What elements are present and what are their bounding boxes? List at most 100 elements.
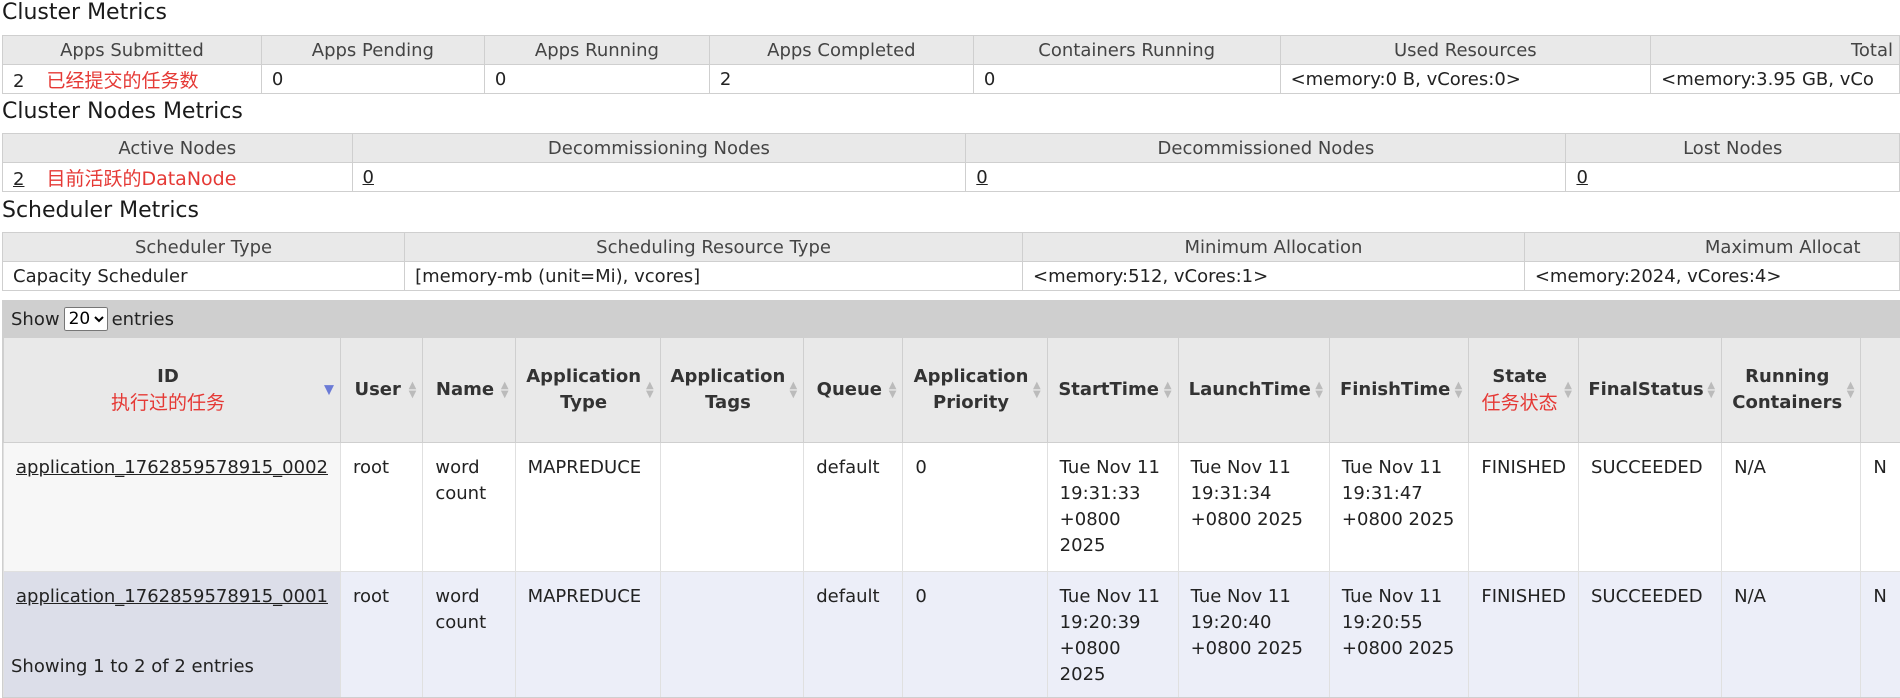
col-header-final-status-label: FinalStatus bbox=[1588, 379, 1704, 400]
col-header-launch-time[interactable]: LaunchTime ▲ ▼ bbox=[1177, 337, 1330, 443]
scheduler-metrics-title: Scheduler Metrics bbox=[2, 198, 199, 223]
table-row: application_1762859578915_0001 root word… bbox=[3, 571, 1900, 697]
col-header-application-tags[interactable]: Application Tags ▲ ▼ bbox=[659, 337, 805, 443]
entries-label: entries bbox=[111, 308, 174, 330]
sort-icon: ▲ ▼ bbox=[1454, 380, 1463, 400]
applications-panel: Show 20 entries ID 执行过的任务 ▼ User ▲ ▼ Name ▲ ▼ … bbox=[2, 300, 1900, 698]
app-name: word count bbox=[422, 571, 516, 697]
sort-icon: ▲ ▼ bbox=[1315, 380, 1323, 400]
apps-submitted-value: 2 bbox=[13, 70, 25, 92]
col-header-id[interactable]: ID 执行过的任务 ▼ bbox=[3, 337, 341, 443]
col-header-start-time-label: StartTime bbox=[1058, 379, 1159, 400]
apps-running-value: 0 bbox=[483, 64, 710, 94]
maximum-allocation-value: <memory:2024, vCores:4> bbox=[1523, 261, 1900, 291]
applications-toolbar: Show 20 entries bbox=[3, 301, 1900, 337]
col-header-user-label: User bbox=[354, 379, 401, 400]
minimum-allocation-value: <memory:512, vCores:1> bbox=[1022, 261, 1525, 291]
decommissioning-nodes-link[interactable]: 0 bbox=[363, 167, 374, 188]
app-user: root bbox=[339, 442, 424, 572]
nodes-metrics-title: Cluster Nodes Metrics bbox=[2, 99, 243, 124]
col-header-queue[interactable]: Queue ▲ ▼ bbox=[803, 337, 904, 443]
header-lost-nodes: Lost Nodes bbox=[1565, 133, 1900, 163]
app-priority: 0 bbox=[902, 571, 1048, 697]
entries-select[interactable]: 20 bbox=[63, 307, 108, 331]
cluster-metrics-table: Apps Submitted Apps Pending Apps Running… bbox=[2, 35, 1900, 94]
col-header-start-time[interactable]: StartTime ▲ ▼ bbox=[1046, 337, 1179, 443]
col-header-application-type[interactable]: Application Type ▲ ▼ bbox=[514, 337, 661, 443]
yarn-resource-manager-page: Cluster Metrics Apps Submitted Apps Pend… bbox=[0, 0, 1900, 698]
scheduler-metrics-table: Scheduler Type Scheduling Resource Type … bbox=[1, 232, 1900, 291]
app-type: MAPREDUCE bbox=[514, 571, 661, 697]
decommissioning-nodes-cell: 0 bbox=[351, 162, 967, 192]
decommissioned-nodes-cell: 0 bbox=[965, 162, 1567, 192]
scheduler-type-value: Capacity Scheduler bbox=[1, 261, 406, 291]
header-minimum-allocation: Minimum Allocation bbox=[1022, 232, 1525, 262]
col-header-running-containers-label: Running Containers bbox=[1732, 366, 1843, 413]
col-header-running-containers[interactable]: Running Containers ▲ ▼ bbox=[1721, 337, 1862, 443]
col-header-user[interactable]: User ▲ ▼ bbox=[339, 337, 424, 443]
containers-running-value: 0 bbox=[972, 64, 1281, 94]
total-resources-value: <memory:3.95 GB, vCo bbox=[1650, 64, 1900, 94]
cluster-metrics-title: Cluster Metrics bbox=[2, 0, 167, 25]
col-header-queue-label: Queue bbox=[816, 379, 882, 400]
app-tags bbox=[659, 442, 805, 572]
apps-completed-value: 2 bbox=[708, 64, 974, 94]
sort-icon: ▲ ▼ bbox=[1032, 380, 1041, 400]
header-apps-completed: Apps Completed bbox=[708, 35, 974, 65]
sort-icon: ▲ ▼ bbox=[1707, 380, 1716, 400]
sort-icon: ▲ ▼ bbox=[888, 380, 897, 400]
app-finish-time: Tue Nov 11 19:20:55 +0800 2025 bbox=[1328, 571, 1470, 697]
header-maximum-allocation: Maximum Allocat bbox=[1523, 232, 1900, 262]
sort-icon: ▲ ▼ bbox=[408, 380, 417, 400]
app-running-containers: N/A bbox=[1721, 571, 1862, 697]
col-header-application-tags-label: Application Tags bbox=[670, 366, 786, 413]
header-active-nodes: Active Nodes bbox=[2, 133, 353, 163]
app-id-link[interactable]: application_1762859578915_0002 bbox=[16, 457, 328, 478]
app-overflow-cell: N bbox=[1860, 442, 1900, 572]
app-state: FINISHED bbox=[1468, 571, 1579, 697]
applications-table: ID 执行过的任务 ▼ User ▲ ▼ Name ▲ ▼ Application Type… bbox=[3, 337, 1900, 697]
col-header-finish-time[interactable]: FinishTime ▲ ▼ bbox=[1328, 337, 1470, 443]
app-finish-time: Tue Nov 11 19:31:47 +0800 2025 bbox=[1328, 442, 1470, 572]
col-header-name[interactable]: Name ▲ ▼ bbox=[422, 337, 516, 443]
app-queue: default bbox=[803, 442, 904, 572]
col-header-application-type-label: Application Type bbox=[526, 366, 642, 413]
app-launch-time: Tue Nov 11 19:31:34 +0800 2025 bbox=[1177, 442, 1330, 572]
app-type: MAPREDUCE bbox=[514, 442, 661, 572]
app-state: FINISHED bbox=[1468, 442, 1579, 572]
id-annotation: 执行过的任务 bbox=[110, 392, 225, 414]
col-header-final-status[interactable]: FinalStatus ▲ ▼ bbox=[1577, 337, 1723, 443]
col-header-application-priority[interactable]: Application Priority ▲ ▼ bbox=[902, 337, 1048, 443]
app-id-link[interactable]: application_1762859578915_0001 bbox=[16, 586, 328, 607]
col-header-launch-time-label: LaunchTime bbox=[1188, 379, 1311, 400]
header-scheduling-resource-type: Scheduling Resource Type bbox=[404, 232, 1024, 262]
col-header-state[interactable]: State 任务状态 ▲ ▼ bbox=[1468, 337, 1579, 443]
show-label: Show bbox=[11, 308, 60, 330]
lost-nodes-link[interactable]: 0 bbox=[1576, 167, 1587, 188]
decommissioned-nodes-link[interactable]: 0 bbox=[976, 167, 987, 188]
header-apps-pending: Apps Pending bbox=[260, 35, 485, 65]
header-decommissioned-nodes: Decommissioned Nodes bbox=[965, 133, 1567, 163]
sort-icon: ▲ ▼ bbox=[789, 380, 798, 400]
app-final-status: SUCCEEDED bbox=[1577, 571, 1723, 697]
app-start-time: Tue Nov 11 19:31:33 +0800 2025 bbox=[1046, 442, 1179, 572]
header-total-resources: Total bbox=[1650, 35, 1900, 65]
sort-desc-icon: ▼ bbox=[323, 382, 334, 398]
app-launch-time: Tue Nov 11 19:20:40 +0800 2025 bbox=[1177, 571, 1330, 697]
app-id-cell: application_1762859578915_0002 bbox=[3, 442, 341, 572]
active-nodes-cell: 2 目前活跃的DataNode bbox=[2, 162, 353, 192]
sort-icon: ▲ ▼ bbox=[1564, 380, 1572, 400]
header-scheduler-type: Scheduler Type bbox=[1, 232, 406, 262]
scheduling-resource-type-value: [memory-mb (unit=Mi), vcores] bbox=[404, 261, 1024, 291]
active-nodes-link[interactable]: 2 bbox=[13, 169, 24, 190]
active-nodes-annotation: 目前活跃的DataNode bbox=[46, 167, 237, 190]
app-user: root bbox=[339, 571, 424, 697]
nodes-metrics-table: Active Nodes Decommissioning Nodes Decom… bbox=[2, 133, 1900, 192]
col-header-application-priority-label: Application Priority bbox=[913, 366, 1029, 413]
app-id-cell: application_1762859578915_0001 bbox=[3, 571, 341, 697]
app-name: word count bbox=[422, 442, 516, 572]
state-annotation: 任务状态 bbox=[1481, 392, 1558, 414]
header-used-resources: Used Resources bbox=[1279, 35, 1652, 65]
app-priority: 0 bbox=[902, 442, 1048, 572]
col-header-id-label: ID bbox=[157, 366, 179, 387]
